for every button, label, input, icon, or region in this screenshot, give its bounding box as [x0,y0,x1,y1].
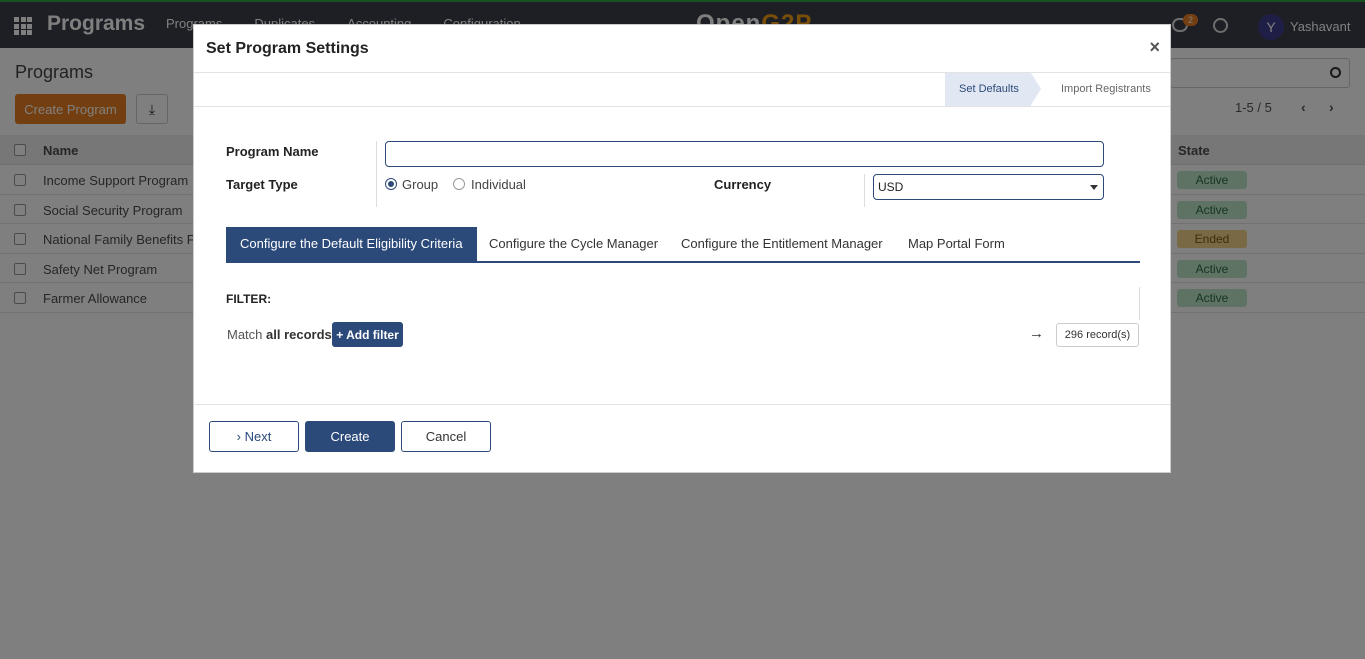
target-individual-label[interactable]: Individual [471,177,526,192]
create-button[interactable]: Create [305,421,395,452]
record-count-badge[interactable]: 296 record(s) [1056,323,1139,347]
divider [864,174,865,207]
tab-cycle-manager[interactable]: Configure the Cycle Manager [489,227,658,261]
currency-select[interactable]: USD [873,174,1104,200]
arrow-right-icon[interactable]: → [1029,325,1044,342]
next-button[interactable]: › Next [209,421,299,452]
filter-label: FILTER: [226,292,272,306]
stage-set-defaults[interactable]: Set Defaults [945,73,1041,106]
chevron-right-icon: › [236,429,241,444]
currency-value: USD [878,180,904,194]
match-text: Match all records [227,327,332,342]
target-group-radio[interactable] [385,178,397,190]
program-name-input[interactable] [385,141,1104,167]
config-tabs: Configure the Default Eligibility Criter… [226,227,1140,263]
tab-entitlement-manager[interactable]: Configure the Entitlement Manager [681,227,883,261]
program-name-label: Program Name [226,144,319,159]
target-group-label[interactable]: Group [402,177,438,192]
close-icon[interactable]: × [1149,37,1160,58]
modal-title: Set Program Settings [206,40,369,57]
target-type-label: Target Type [226,177,298,192]
target-individual-radio[interactable] [453,178,465,190]
tab-eligibility-criteria[interactable]: Configure the Default Eligibility Criter… [226,227,477,261]
modal-header: Set Program Settings × [194,25,1170,73]
divider [1139,287,1140,320]
currency-label: Currency [714,177,772,192]
divider [376,141,377,207]
stage-import-registrants[interactable]: Import Registrants [1061,73,1151,106]
status-bar: Set Defaults Import Registrants [194,73,1170,107]
modal-footer: › Next Create Cancel [194,404,1170,472]
set-program-settings-dialog: Set Program Settings × Set Defaults Impo… [193,24,1171,473]
add-filter-button[interactable]: + Add filter [332,322,403,347]
tab-map-portal-form[interactable]: Map Portal Form [908,227,1005,261]
cancel-button[interactable]: Cancel [401,421,491,452]
chevron-down-icon [1090,185,1098,190]
